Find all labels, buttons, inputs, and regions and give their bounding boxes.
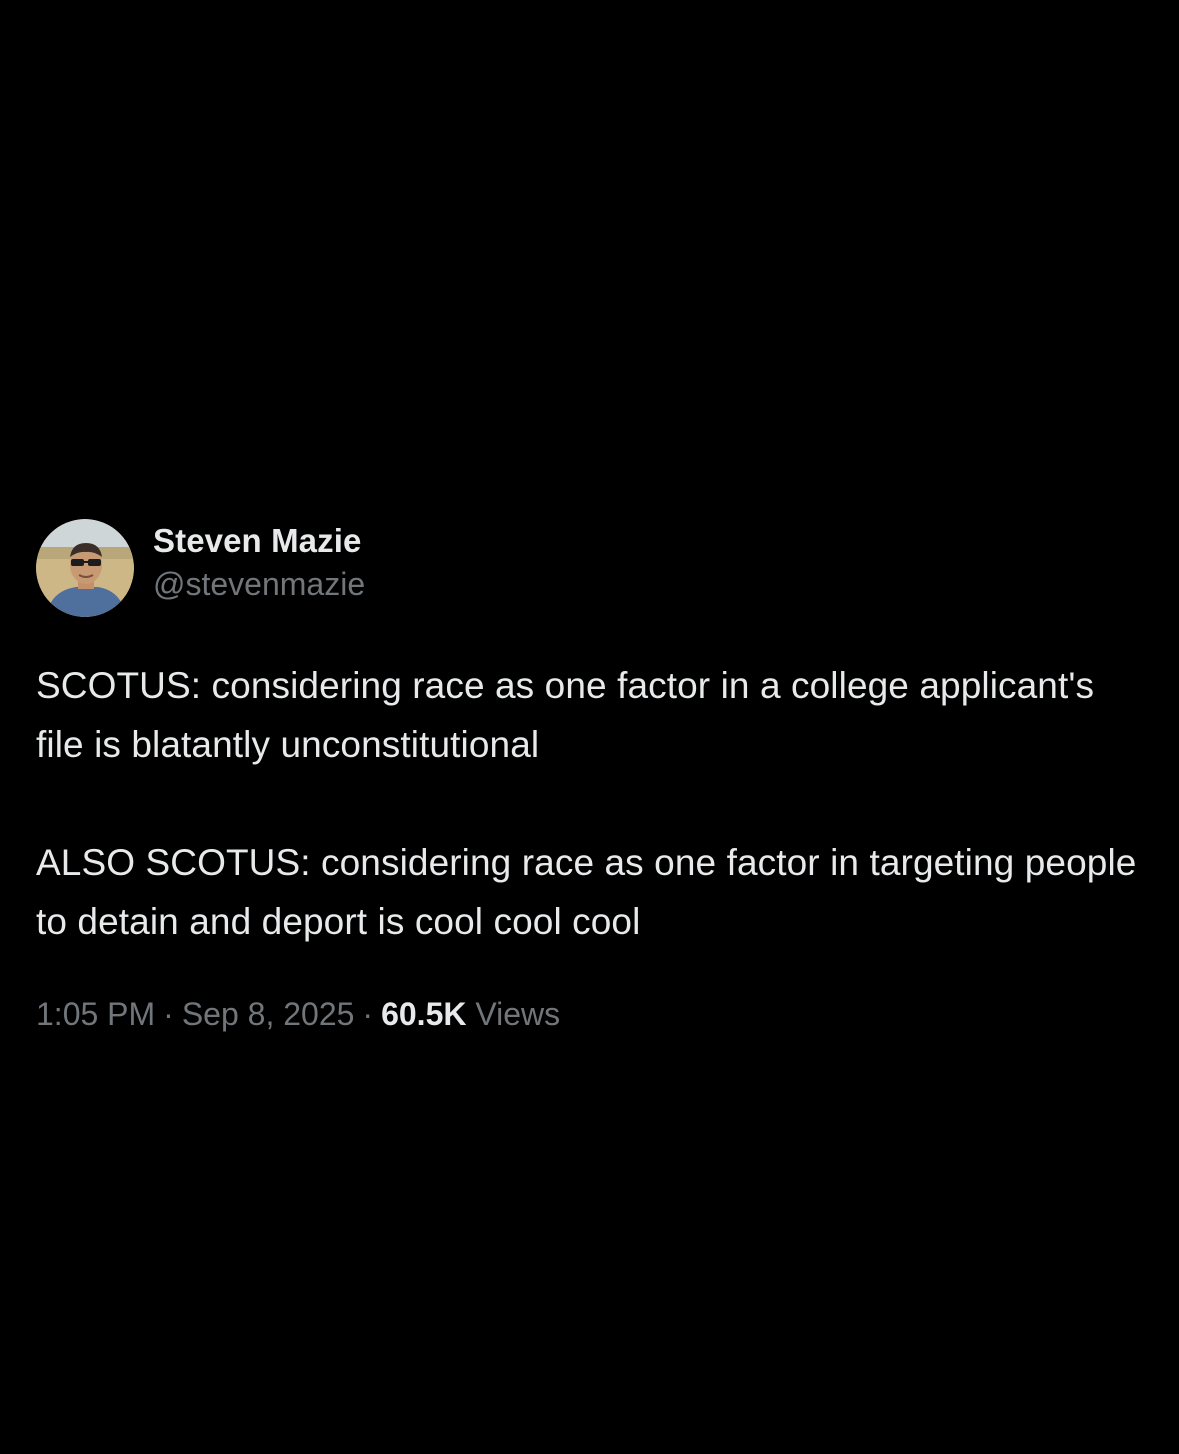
tweet-metadata: 1:05 PM · Sep 8, 2025 · 60.5K Views xyxy=(36,993,1146,1035)
views-label: Views xyxy=(475,996,561,1032)
meta-separator: · xyxy=(163,996,174,1032)
avatar[interactable] xyxy=(36,519,134,617)
tweet-paragraph: SCOTUS: considering race as one factor i… xyxy=(36,665,1095,765)
author-row: Steven Mazie @stevenmazie xyxy=(36,518,1146,618)
tweet-date[interactable]: Sep 8, 2025 xyxy=(182,996,355,1032)
user-handle[interactable]: @stevenmazie xyxy=(153,563,365,605)
tweet-time[interactable]: 1:05 PM xyxy=(36,996,155,1032)
views-count[interactable]: 60.5K xyxy=(381,996,466,1032)
display-name[interactable]: Steven Mazie xyxy=(153,519,365,563)
author-meta: Steven Mazie @stevenmazie xyxy=(153,519,365,605)
meta-separator: · xyxy=(362,996,374,1032)
tweet-paragraph: ALSO SCOTUS: considering race as one fac… xyxy=(36,842,1137,942)
tweet-text: SCOTUS: considering race as one factor i… xyxy=(36,656,1146,951)
tweet-card: Steven Mazie @stevenmazie SCOTUS: consid… xyxy=(36,518,1146,1035)
